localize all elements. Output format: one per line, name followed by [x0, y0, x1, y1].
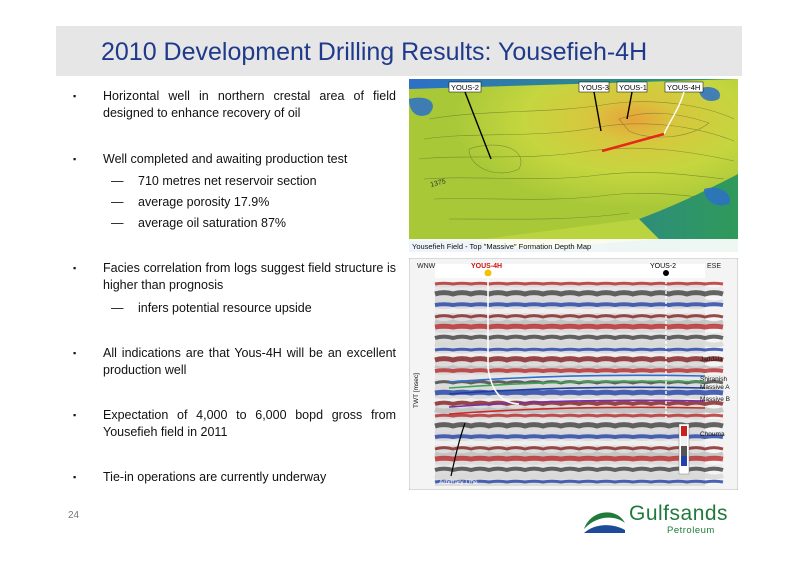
seismic-reflector — [434, 314, 724, 319]
seismic-reflector — [434, 302, 724, 308]
seismic-reflector — [434, 331, 724, 337]
seismic-well-left: YOUS-4H — [471, 263, 502, 270]
seismic-reflector — [434, 334, 724, 341]
bullet-marker: ▪ — [73, 91, 77, 101]
seismic-reflector — [434, 400, 724, 407]
sub-bullet-text: 710 metres net reservoir section — [138, 174, 317, 188]
sub-bullet-text: infers potential resource upside — [138, 301, 312, 315]
sub-bullet-text: average oil saturation 87% — [138, 216, 287, 230]
seismic-reflector — [434, 368, 724, 374]
seismic-reflector — [434, 356, 724, 363]
well-label: YOUS-3 — [581, 83, 609, 92]
seismic-reflector — [434, 340, 724, 348]
seismic-reflector — [434, 286, 724, 292]
map-caption: Yousefieh Field - Top "Massive" Formatio… — [412, 242, 591, 251]
seismic-reflector — [434, 319, 724, 326]
bullet-text: All indications are that Yous-4H will be… — [103, 346, 396, 377]
seismic-well-right: YOUS-2 — [650, 263, 676, 270]
seismic-reflector — [434, 307, 724, 315]
slide-title: 2010 Development Drilling Results: Youse… — [101, 38, 648, 66]
logo-subtitle: Petroleum — [667, 525, 715, 536]
well-marker — [484, 269, 492, 277]
direction-right: ESE — [707, 263, 721, 270]
bullet-text: Tie-in operations are currently underway — [103, 470, 327, 484]
sub-bullet-text: average porosity 17.9% — [138, 195, 270, 209]
seismic-reflector — [434, 364, 724, 370]
seismic-reflector — [434, 281, 724, 286]
seismic-reflector — [434, 418, 724, 424]
seismic-reflector — [434, 406, 724, 414]
company-logo: Gulfsands Petroleum — [581, 501, 731, 541]
arbitrary-line-label: Arbitrary Line — [439, 479, 478, 486]
seismic-reflector — [434, 290, 724, 297]
direction-left: WNW — [417, 263, 436, 270]
bullet-text: Horizontal well in northern crestal area… — [103, 89, 396, 120]
well-marker — [663, 270, 669, 276]
horizon-label: Chouma — [700, 431, 725, 438]
bullet-text: Well completed and awaiting production t… — [103, 152, 348, 166]
seismic-reflector — [434, 472, 724, 480]
seismic-reflector — [434, 347, 724, 352]
title-bar: 2010 Development Drilling Results: Youse… — [56, 26, 742, 76]
seismic-reflector — [434, 479, 724, 484]
seismic-section-image: WNW ESE YOUS-4H YOUS-2 Jaddala Shiranish… — [409, 258, 738, 490]
logo-wordmark: Gulfsands — [629, 502, 729, 525]
depth-map-image: YOUS-2 YOUS-3 YOUS-1 YOUS-4H 1375 Yousef… — [409, 79, 738, 252]
sub-marker: — — [111, 174, 124, 188]
seismic-y-axis-label: TWT [msec] — [413, 373, 420, 408]
bullet-marker: ▪ — [73, 348, 77, 358]
logo-mark-icon — [584, 512, 625, 533]
bullet-marker: ▪ — [73, 472, 77, 482]
bullet-text: Facies correlation from logs suggest fie… — [103, 261, 396, 292]
bullet-marker: ▪ — [73, 154, 77, 164]
depth-map-graphic: YOUS-2 YOUS-3 YOUS-1 YOUS-4H 1375 Yousef… — [409, 79, 738, 252]
sub-marker: — — [111, 195, 124, 209]
seismic-reflector — [434, 413, 724, 418]
seismic-reflector — [434, 352, 724, 358]
slide: 2010 Development Drilling Results: Youse… — [56, 26, 742, 540]
bullet-text: Expectation of 4,000 to 6,000 bopd gross… — [103, 408, 396, 439]
well-label: YOUS-2 — [451, 83, 479, 92]
seismic-reflector — [434, 323, 724, 330]
well-label: YOUS-4H — [667, 83, 700, 92]
seismic-graphic: WNW ESE YOUS-4H YOUS-2 Jaddala Shiranish… — [409, 258, 738, 490]
bullet-marker: ▪ — [73, 410, 77, 420]
well-label: YOUS-1 — [619, 83, 647, 92]
seismic-reflector — [434, 298, 724, 304]
horizon-label: Massive A — [700, 384, 730, 391]
sub-marker: — — [111, 216, 124, 230]
bullet-marker: ▪ — [73, 263, 77, 273]
page-number: 24 — [68, 510, 80, 521]
horizon-label: Shiranish — [700, 376, 727, 383]
horizon-label: Jaddala — [700, 356, 723, 363]
sub-marker: — — [111, 301, 124, 315]
horizon-label: Massive B — [700, 396, 730, 403]
